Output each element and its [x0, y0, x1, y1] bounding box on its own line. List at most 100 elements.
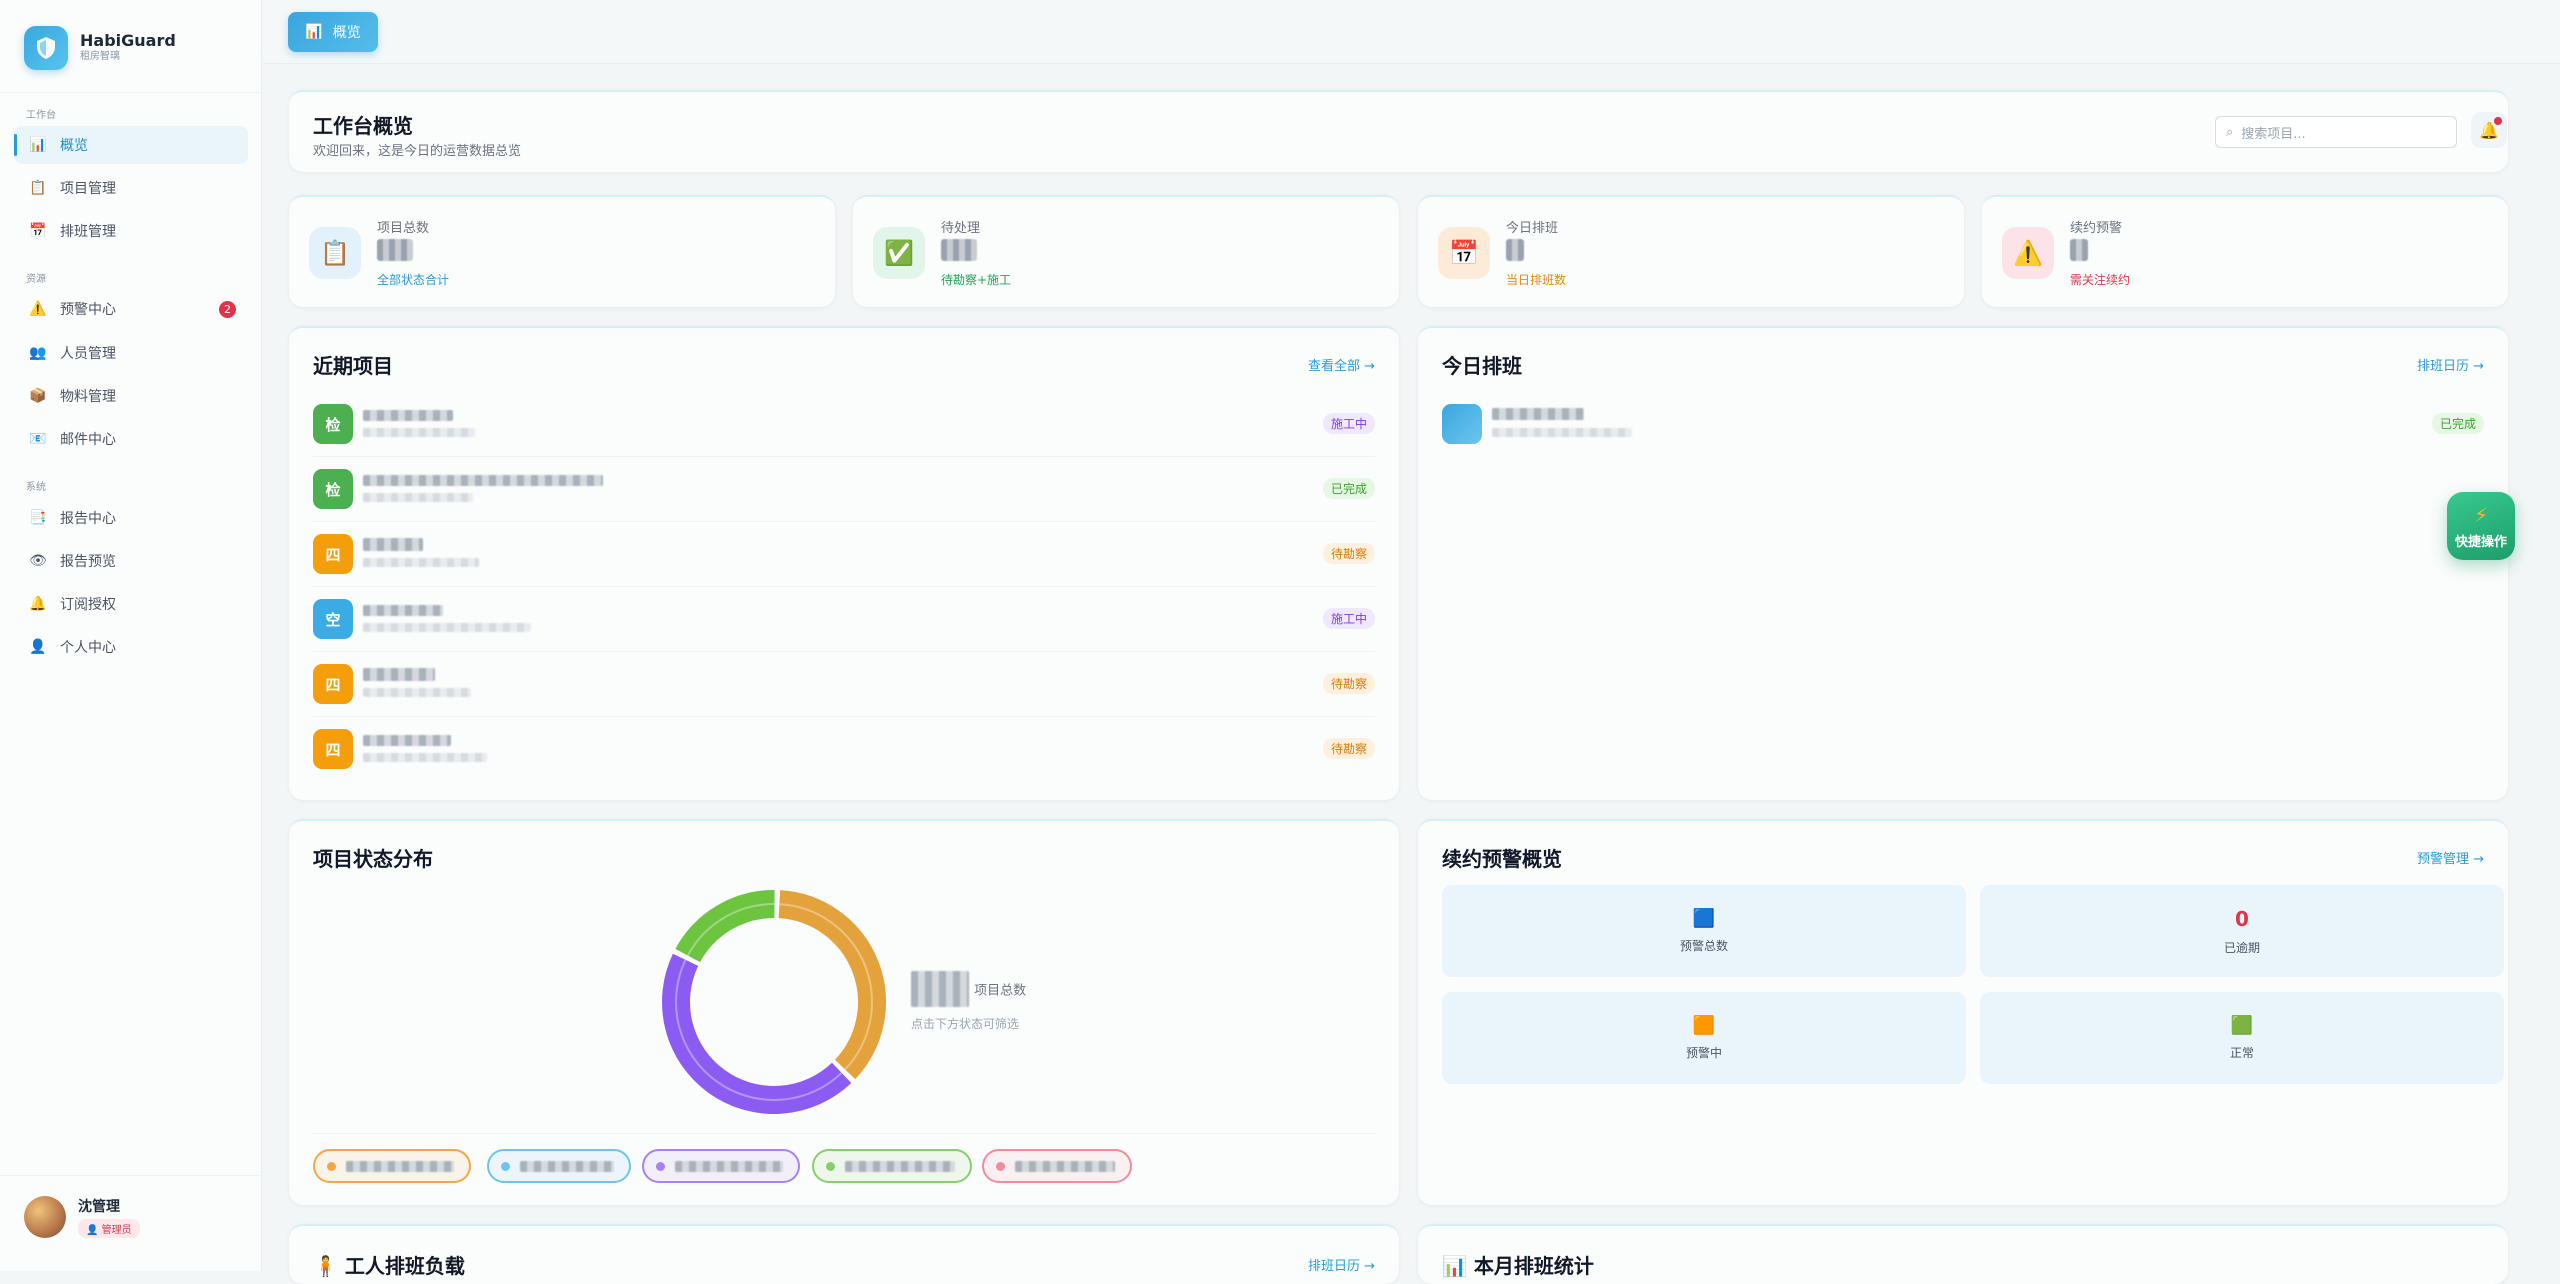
status-badge: 已完成	[1322, 478, 1375, 499]
stat-label: 待处理	[941, 221, 981, 236]
section-title: 🧍 工人排班负载	[313, 1254, 465, 1278]
redacted-text	[1492, 428, 1632, 437]
redacted-text	[363, 605, 443, 616]
sidebar-item-label: 邮件中心	[60, 432, 116, 448]
section-title: 近期项目	[313, 354, 393, 378]
stat-value-redacted	[1506, 239, 1524, 261]
center-label: 项目总数	[974, 983, 1027, 999]
people-icon: 👥	[29, 345, 47, 361]
notification-button[interactable]: 🔔	[2471, 112, 2507, 148]
stat-card-today-schedule[interactable]: 📅 今日排班 当日排班数	[1418, 195, 1964, 307]
page-subtitle: 欢迎回来，这是今日的运营数据总览	[313, 144, 522, 159]
tile-label: 预警总数	[1679, 939, 1728, 953]
sidebar-item-label: 报告中心	[60, 511, 116, 527]
check-icon: ✅	[873, 227, 925, 279]
table-row[interactable]: 四 待勘察	[313, 717, 1375, 782]
sidebar-item-mail[interactable]: 📧 邮件中心	[14, 420, 248, 458]
chart-icon: 📊	[305, 24, 323, 40]
project-avatar: 四	[313, 664, 353, 704]
sidebar-item-label: 订阅授权	[60, 597, 116, 613]
tab-label: 概览	[332, 25, 361, 41]
redacted-text	[520, 1160, 614, 1172]
sidebar-item-subscription[interactable]: 🔔 订阅授权	[14, 585, 248, 623]
page-title: 工作台概览	[313, 114, 413, 138]
sidebar-item-profile[interactable]: 👤 个人中心	[14, 628, 248, 666]
square-icon: 🟦	[1692, 908, 1716, 929]
shield-logo-icon	[24, 26, 68, 70]
donut-segment[interactable]	[662, 953, 852, 1114]
stat-card-pending[interactable]: ✅ 待处理 待勘察+施工	[853, 195, 1399, 307]
table-row[interactable]: 空 施工中	[313, 587, 1375, 652]
header-card: 工作台概览 欢迎回来，这是今日的运营数据总览	[289, 90, 2508, 172]
sidebar-item-label: 排班管理	[60, 224, 116, 240]
sidebar-item-people[interactable]: 👥 人员管理	[14, 334, 248, 372]
sidebar-item-label: 人员管理	[60, 346, 116, 362]
sidebar-item-reports[interactable]: 📑 报告中心	[14, 499, 248, 537]
legend-filter-pill[interactable]	[812, 1149, 972, 1183]
stat-card-total-projects[interactable]: 📋 项目总数 全部状态合计	[289, 195, 835, 307]
worker-avatar	[1442, 404, 1482, 444]
legend-dot	[826, 1161, 835, 1171]
table-row[interactable]: 四 待勘察	[313, 522, 1375, 587]
status-donut-chart[interactable]	[659, 887, 889, 1117]
user-profile[interactable]: 沈管理 👤 管理员	[24, 1196, 140, 1238]
tab-overview[interactable]: 📊 概览	[288, 12, 378, 52]
total-value-redacted	[911, 971, 969, 1007]
schedule-calendar-link[interactable]: 排班日历 →	[2417, 355, 2484, 374]
stat-sub: 待勘察+施工	[941, 273, 1012, 287]
redacted-text	[363, 410, 453, 421]
sidebar-item-label: 概览	[60, 138, 88, 154]
project-avatar: 检	[313, 404, 353, 444]
alert-tile-normal[interactable]: 🟩 正常	[1980, 992, 2504, 1084]
status-badge: 已完成	[2431, 413, 2484, 434]
donut-segment[interactable]	[675, 890, 775, 963]
worker-load-card: 🧍 工人排班负载 排班日历 →	[289, 1224, 1399, 1284]
sidebar-item-report-preview[interactable]: 👁 报告预览	[14, 542, 248, 580]
quick-actions-button[interactable]: ⚡ 快捷操作	[2447, 492, 2515, 560]
alert-count-badge: 2	[219, 301, 236, 318]
nav-section-system: 系统	[26, 482, 46, 493]
alert-manage-link[interactable]: 预警管理 →	[2417, 848, 2484, 867]
redacted-text	[363, 538, 423, 551]
sidebar-item-alerts[interactable]: ⚠️ 预警中心 2	[14, 290, 248, 328]
sidebar: HabiGuard 租房智璃 工作台 📊 概览 📋 项目管理 📅 排班管理 资源 ⚠️…	[0, 0, 262, 1271]
alert-tile-overdue[interactable]: 0 已逾期	[1980, 885, 2504, 977]
sidebar-item-materials[interactable]: 📦 物料管理	[14, 377, 248, 415]
sidebar-item-label: 物料管理	[60, 389, 116, 405]
legend-filter-pill[interactable]	[982, 1149, 1132, 1183]
redacted-text	[346, 1160, 454, 1172]
legend-filter-pill[interactable]	[313, 1149, 471, 1183]
redacted-text	[845, 1160, 955, 1172]
sidebar-item-overview[interactable]: 📊 概览	[14, 126, 248, 164]
filter-hint: 点击下方状态可筛选	[911, 1017, 1020, 1031]
sidebar-item-projects[interactable]: 📋 项目管理	[14, 169, 248, 207]
legend-filter-pill[interactable]	[642, 1149, 800, 1183]
table-row[interactable]: 检 施工中	[313, 392, 1375, 457]
recent-projects-card: 近期项目 查看全部 → 检 施工中 检 已完成 四 待勘察 空 施工中 四 待勘…	[289, 326, 1399, 800]
status-badge: 施工中	[1322, 413, 1375, 434]
tile-label: 正常	[2229, 1046, 2254, 1060]
legend-dot	[327, 1161, 336, 1171]
square-icon: 🟧	[1692, 1015, 1716, 1036]
donut-segment[interactable]	[778, 890, 886, 1080]
renewal-alerts-card: 续约预警概览 预警管理 → 🟦 预警总数 0 已逾期 🟧 预警中 🟩 正常	[1418, 819, 2508, 1205]
table-row[interactable]: 四 待勘察	[313, 652, 1375, 717]
alert-tile-total[interactable]: 🟦 预警总数	[1442, 885, 1966, 977]
calendar-icon: 📅	[29, 223, 47, 239]
stat-card-renewal-alerts[interactable]: ⚠️ 续约预警 需关注续约	[1982, 195, 2508, 307]
brand[interactable]: HabiGuard 租房智璃	[24, 26, 176, 70]
search-input[interactable]: ⌕ 搜索项目...	[2215, 116, 2457, 148]
legend-filter-pill[interactable]	[487, 1149, 631, 1183]
redacted-text	[363, 753, 487, 762]
view-all-link[interactable]: 查看全部 →	[1308, 355, 1375, 374]
schedule-row[interactable]: 已完成	[1442, 392, 2484, 452]
sidebar-item-schedule[interactable]: 📅 排班管理	[14, 212, 248, 250]
section-title: 今日排班	[1442, 354, 1522, 378]
table-row[interactable]: 检 已完成	[313, 457, 1375, 522]
alert-tile-warning[interactable]: 🟧 预警中	[1442, 992, 1966, 1084]
user-name: 沈管理	[78, 1199, 120, 1215]
schedule-calendar-link[interactable]: 排班日历 →	[1308, 1255, 1375, 1274]
worker-icon: 🧍	[313, 1254, 338, 1278]
report-icon: 📑	[29, 510, 47, 526]
stat-value-redacted	[941, 239, 977, 261]
